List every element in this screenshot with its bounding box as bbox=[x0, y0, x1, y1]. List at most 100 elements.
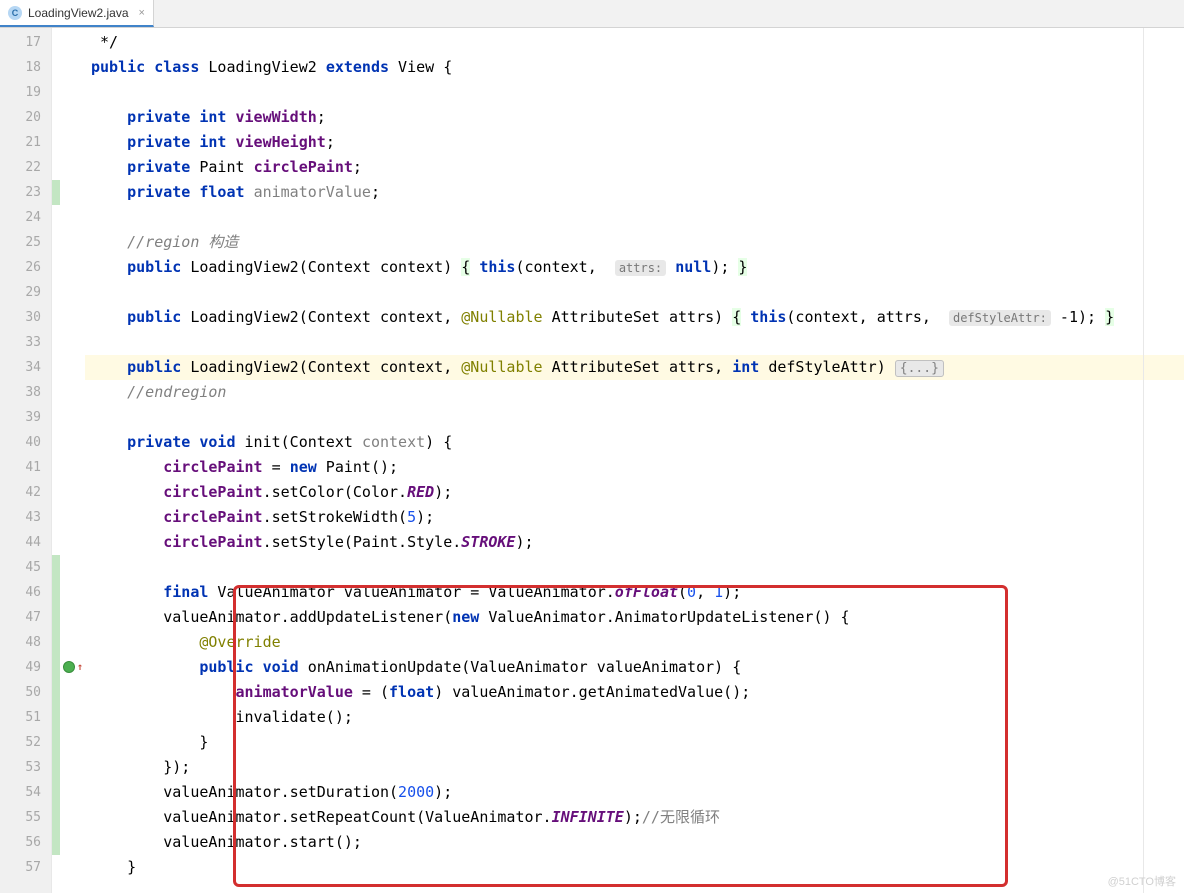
line-number[interactable]: 40 bbox=[0, 430, 51, 455]
code-line[interactable]: final ValueAnimator valueAnimator = Valu… bbox=[85, 580, 1184, 605]
code-line[interactable]: } bbox=[85, 730, 1184, 755]
line-number[interactable]: 34 bbox=[0, 355, 51, 380]
marker-cell bbox=[52, 855, 85, 880]
line-number[interactable]: 43 bbox=[0, 505, 51, 530]
code-line[interactable]: */ bbox=[85, 30, 1184, 55]
code-line[interactable] bbox=[85, 205, 1184, 230]
vcs-change-marker bbox=[52, 605, 60, 630]
code-line[interactable]: valueAnimator.setRepeatCount(ValueAnimat… bbox=[85, 805, 1184, 830]
code-line[interactable] bbox=[85, 405, 1184, 430]
line-number-gutter[interactable]: 1718192021222324252629303334383940414243… bbox=[0, 28, 52, 893]
line-number[interactable]: 47 bbox=[0, 605, 51, 630]
marker-cell bbox=[52, 180, 85, 205]
line-number[interactable]: 52 bbox=[0, 730, 51, 755]
close-icon[interactable]: × bbox=[139, 7, 145, 19]
marker-cell bbox=[52, 255, 85, 280]
marker-cell bbox=[52, 405, 85, 430]
file-tab-loadingview2[interactable]: C LoadingView2.java × bbox=[0, 0, 154, 27]
line-number[interactable]: 48 bbox=[0, 630, 51, 655]
line-number[interactable]: 42 bbox=[0, 480, 51, 505]
override-icon[interactable] bbox=[63, 661, 75, 673]
code-line[interactable]: circlePaint = new Paint(); bbox=[85, 455, 1184, 480]
code-line[interactable]: public LoadingView2(Context context) { t… bbox=[85, 255, 1184, 280]
code-content[interactable]: */public class LoadingView2 extends View… bbox=[85, 28, 1184, 893]
code-line[interactable]: private float animatorValue; bbox=[85, 180, 1184, 205]
right-margin-line bbox=[1143, 28, 1144, 893]
line-number[interactable]: 25 bbox=[0, 230, 51, 255]
line-number[interactable]: 45 bbox=[0, 555, 51, 580]
line-number[interactable]: 39 bbox=[0, 405, 51, 430]
line-number[interactable]: 50 bbox=[0, 680, 51, 705]
code-area[interactable]: 1718192021222324252629303334383940414243… bbox=[0, 28, 1184, 893]
code-line[interactable]: public class LoadingView2 extends View { bbox=[85, 55, 1184, 80]
line-number[interactable]: 54 bbox=[0, 780, 51, 805]
marker-cell bbox=[52, 280, 85, 305]
line-number[interactable]: 44 bbox=[0, 530, 51, 555]
line-number[interactable]: 33 bbox=[0, 330, 51, 355]
code-line[interactable]: public LoadingView2(Context context, @Nu… bbox=[85, 355, 1184, 380]
line-number[interactable]: 22 bbox=[0, 155, 51, 180]
marker-cell bbox=[52, 455, 85, 480]
line-number[interactable]: 29 bbox=[0, 280, 51, 305]
line-number[interactable]: 55 bbox=[0, 805, 51, 830]
code-line[interactable]: circlePaint.setColor(Color.RED); bbox=[85, 480, 1184, 505]
line-number[interactable]: 17 bbox=[0, 30, 51, 55]
code-line[interactable] bbox=[85, 80, 1184, 105]
line-number[interactable]: 49 bbox=[0, 655, 51, 680]
line-number[interactable]: 53 bbox=[0, 755, 51, 780]
line-number[interactable]: 21 bbox=[0, 130, 51, 155]
code-line[interactable] bbox=[85, 330, 1184, 355]
code-line[interactable]: animatorValue = (float) valueAnimator.ge… bbox=[85, 680, 1184, 705]
tab-filename: LoadingView2.java bbox=[28, 6, 129, 20]
vcs-change-marker bbox=[52, 730, 60, 755]
vcs-change-marker bbox=[52, 805, 60, 830]
vcs-change-marker bbox=[52, 780, 60, 805]
line-number[interactable]: 20 bbox=[0, 105, 51, 130]
editor-container: C LoadingView2.java × 171819202122232425… bbox=[0, 0, 1184, 893]
code-line[interactable]: private Paint circlePaint; bbox=[85, 155, 1184, 180]
marker-cell bbox=[52, 630, 85, 655]
code-line[interactable] bbox=[85, 280, 1184, 305]
marker-cell bbox=[52, 130, 85, 155]
code-line[interactable]: invalidate(); bbox=[85, 705, 1184, 730]
vcs-change-marker bbox=[52, 180, 60, 205]
code-line[interactable]: valueAnimator.start(); bbox=[85, 830, 1184, 855]
marker-gutter[interactable]: ↑ bbox=[52, 28, 85, 893]
line-number[interactable]: 18 bbox=[0, 55, 51, 80]
code-line[interactable]: }); bbox=[85, 755, 1184, 780]
marker-cell bbox=[52, 80, 85, 105]
line-number[interactable]: 41 bbox=[0, 455, 51, 480]
line-number[interactable]: 23 bbox=[0, 180, 51, 205]
marker-cell bbox=[52, 105, 85, 130]
code-line[interactable]: valueAnimator.setDuration(2000); bbox=[85, 780, 1184, 805]
code-line[interactable]: circlePaint.setStyle(Paint.Style.STROKE)… bbox=[85, 530, 1184, 555]
code-line[interactable]: circlePaint.setStrokeWidth(5); bbox=[85, 505, 1184, 530]
code-line[interactable]: } bbox=[85, 855, 1184, 880]
code-line[interactable]: @Override bbox=[85, 630, 1184, 655]
line-number[interactable]: 38 bbox=[0, 380, 51, 405]
marker-cell bbox=[52, 205, 85, 230]
vcs-change-marker bbox=[52, 680, 60, 705]
code-line[interactable]: private int viewWidth; bbox=[85, 105, 1184, 130]
line-number[interactable]: 51 bbox=[0, 705, 51, 730]
line-number[interactable]: 19 bbox=[0, 80, 51, 105]
marker-cell bbox=[52, 430, 85, 455]
code-line[interactable]: public void onAnimationUpdate(ValueAnima… bbox=[85, 655, 1184, 680]
line-number[interactable]: 24 bbox=[0, 205, 51, 230]
line-number[interactable]: 30 bbox=[0, 305, 51, 330]
vcs-change-marker bbox=[52, 705, 60, 730]
code-line[interactable]: private void init(Context context) { bbox=[85, 430, 1184, 455]
vcs-change-marker bbox=[52, 655, 60, 680]
code-line[interactable]: //region 构造 bbox=[85, 230, 1184, 255]
line-number[interactable]: 46 bbox=[0, 580, 51, 605]
code-line[interactable]: public LoadingView2(Context context, @Nu… bbox=[85, 305, 1184, 330]
marker-cell bbox=[52, 680, 85, 705]
code-line[interactable] bbox=[85, 555, 1184, 580]
code-line[interactable]: //endregion bbox=[85, 380, 1184, 405]
marker-cell bbox=[52, 380, 85, 405]
line-number[interactable]: 56 bbox=[0, 830, 51, 855]
code-line[interactable]: valueAnimator.addUpdateListener(new Valu… bbox=[85, 605, 1184, 630]
code-line[interactable]: private int viewHeight; bbox=[85, 130, 1184, 155]
line-number[interactable]: 57 bbox=[0, 855, 51, 880]
line-number[interactable]: 26 bbox=[0, 255, 51, 280]
